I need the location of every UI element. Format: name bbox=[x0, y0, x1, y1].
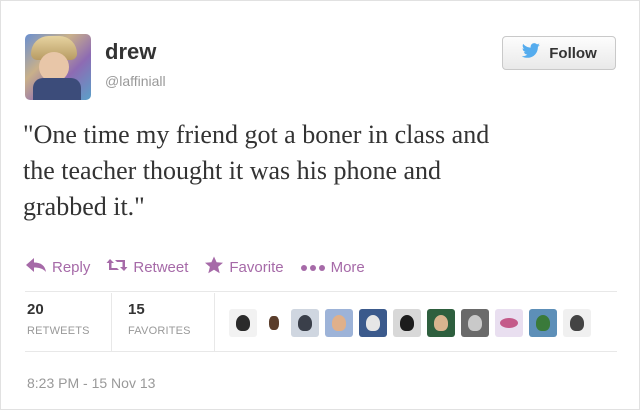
more-dots-icon bbox=[300, 259, 326, 276]
divider-bottom bbox=[25, 351, 617, 352]
favoriter-avatar[interactable] bbox=[461, 309, 489, 337]
favoriter-avatars bbox=[229, 306, 591, 340]
tweet-card: drew @laffiniall Follow "One time my fri… bbox=[0, 0, 640, 410]
retweet-icon bbox=[106, 257, 128, 277]
favoriter-avatar[interactable] bbox=[263, 312, 285, 334]
follow-label: Follow bbox=[549, 44, 597, 62]
follow-button[interactable]: Follow bbox=[502, 36, 616, 70]
retweet-button[interactable]: Retweet bbox=[106, 257, 188, 277]
favoriter-avatar[interactable] bbox=[529, 309, 557, 337]
favorite-count: 15 bbox=[128, 301, 145, 318]
favorite-stat[interactable]: 15 FAVORITES bbox=[128, 301, 191, 337]
reply-label: Reply bbox=[52, 258, 91, 276]
user-name[interactable]: drew bbox=[105, 39, 156, 65]
retweet-stat[interactable]: 20 RETWEETS bbox=[27, 301, 90, 337]
favoriter-avatar[interactable] bbox=[495, 309, 523, 337]
retweet-label: Retweet bbox=[133, 258, 189, 276]
retweet-count: 20 bbox=[27, 301, 44, 318]
favorite-label: Favorite bbox=[229, 258, 284, 276]
user-avatar[interactable] bbox=[25, 34, 91, 100]
stat-divider bbox=[214, 293, 215, 351]
more-label: More bbox=[330, 258, 365, 276]
retweet-count-label: RETWEETS bbox=[27, 325, 90, 337]
tweet-timestamp[interactable]: 8:23 PM - 15 Nov 13 bbox=[27, 375, 155, 391]
more-button[interactable]: More bbox=[300, 259, 365, 276]
star-icon bbox=[204, 256, 224, 278]
favorite-count-label: FAVORITES bbox=[128, 325, 191, 337]
favoriter-avatar[interactable] bbox=[291, 309, 319, 337]
favoriter-avatar[interactable] bbox=[229, 309, 257, 337]
favorite-button[interactable]: Favorite bbox=[204, 256, 284, 278]
user-handle[interactable]: @laffiniall bbox=[105, 73, 166, 89]
favoriter-avatar[interactable] bbox=[563, 309, 591, 337]
favoriter-avatar[interactable] bbox=[359, 309, 387, 337]
favoriter-avatar[interactable] bbox=[393, 309, 421, 337]
favoriter-avatar[interactable] bbox=[427, 309, 455, 337]
reply-icon bbox=[25, 257, 47, 277]
tweet-text: "One time my friend got a boner in class… bbox=[23, 120, 490, 221]
stat-divider bbox=[111, 293, 112, 351]
divider-top bbox=[25, 291, 617, 292]
twitter-bird-icon bbox=[521, 43, 541, 63]
favoriter-avatar[interactable] bbox=[325, 309, 353, 337]
tweet-actions: Reply Retweet Favorite More bbox=[25, 256, 381, 278]
reply-button[interactable]: Reply bbox=[25, 257, 90, 277]
